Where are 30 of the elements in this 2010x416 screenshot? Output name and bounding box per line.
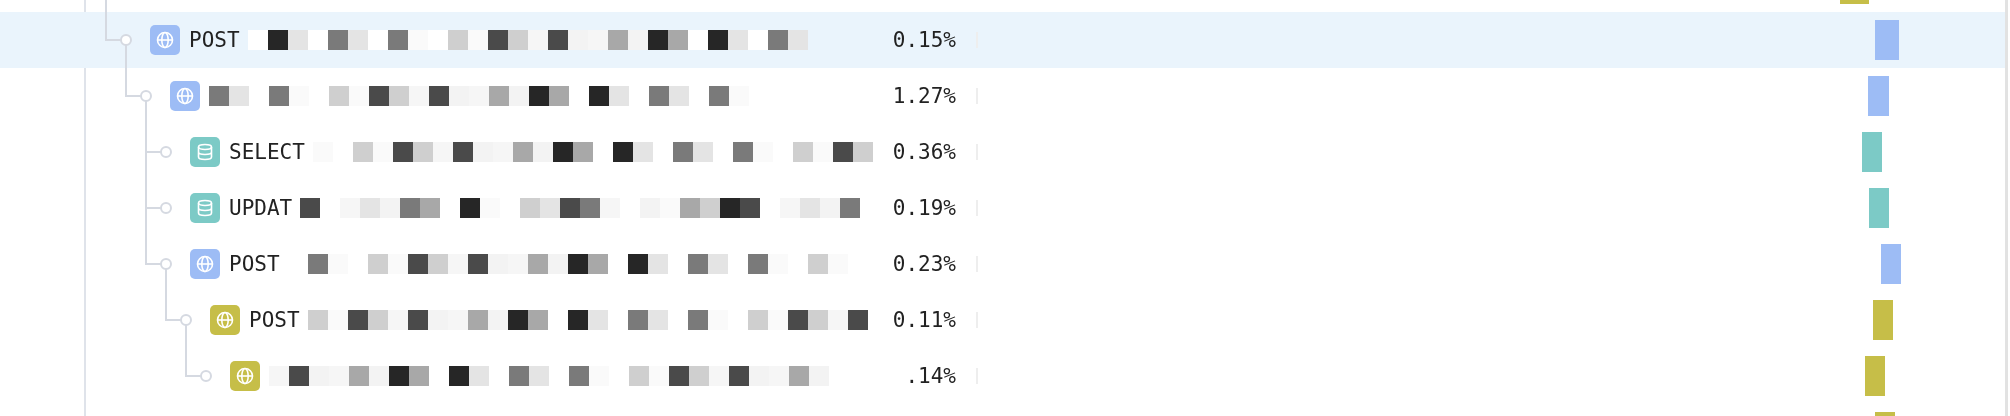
span-row[interactable]: UPDAT 0.19% [0, 180, 2005, 236]
span-method: SELECT [229, 140, 305, 164]
span-method: POST [229, 252, 280, 276]
tree-connector [145, 236, 173, 292]
timeline-bar [1875, 20, 1899, 60]
tree-connector [125, 68, 153, 124]
span-row[interactable]: POST 0.15% [0, 12, 2005, 68]
span-row[interactable]: SELECT 0.36% [0, 124, 2005, 180]
span-row[interactable]: POST 0.23% [0, 236, 2005, 292]
timeline-bar [1868, 76, 1889, 116]
timeline-bar [1862, 132, 1882, 172]
duration-percent: .14% [905, 364, 957, 388]
tree-connector [145, 180, 173, 236]
timeline-bar [1873, 300, 1893, 340]
tree-connector [145, 124, 173, 180]
timeline-bar [1881, 244, 1901, 284]
span-method: UPDAT [229, 196, 293, 220]
span-method: POST [189, 28, 240, 52]
span-method: POST [249, 308, 300, 332]
duration-percent: 0.23% [892, 252, 957, 276]
duration-percent: 0.11% [892, 308, 957, 332]
span-row[interactable]: .14% [0, 348, 2005, 404]
duration-percent: 1.27% [892, 84, 957, 108]
timeline-bar [1869, 188, 1889, 228]
timeline-bar [1865, 356, 1885, 396]
span-row[interactable]: 1.27% [0, 68, 2005, 124]
duration-percent: 0.36% [892, 140, 957, 164]
duration-percent: 0.19% [892, 196, 957, 220]
span-row[interactable]: POST 0.11% [0, 292, 2005, 348]
duration-percent: 0.15% [892, 28, 957, 52]
